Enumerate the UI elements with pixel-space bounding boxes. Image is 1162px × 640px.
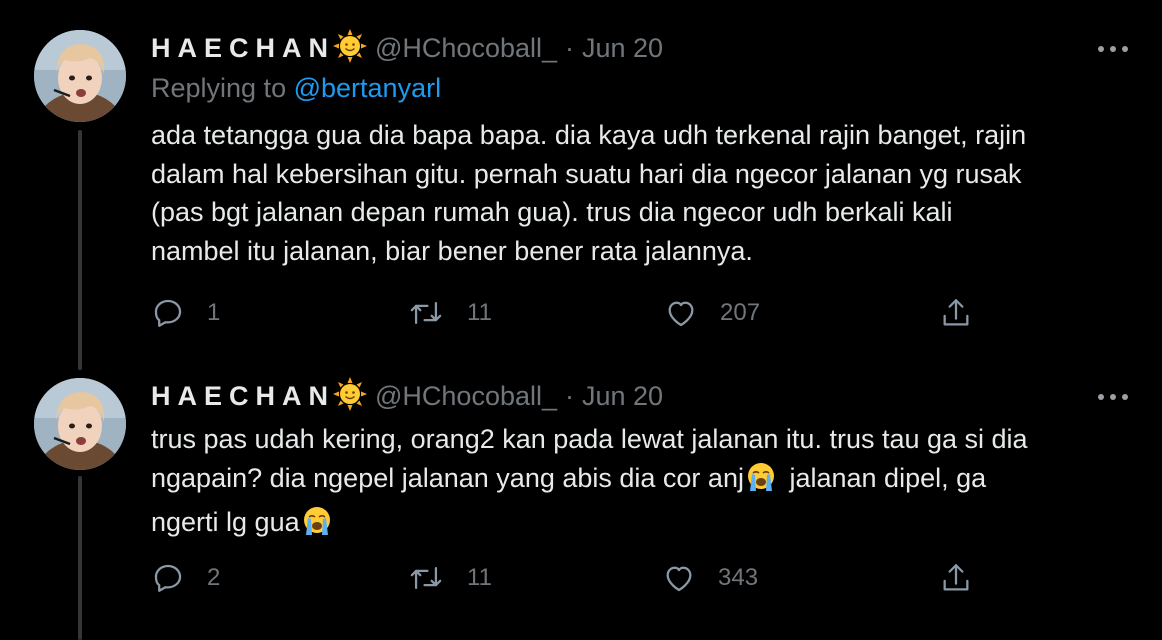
user-handle[interactable]: @HChocoball_: [375, 33, 557, 64]
tweet-header: HAECHAN @HChocoball_ · Jun 20: [151, 28, 663, 68]
reply-count: 1: [207, 299, 221, 326]
tweet-text-segment: ngapain? dia ngepel jalanan yang abis di…: [151, 462, 744, 493]
retweet-button[interactable]: 11: [407, 558, 492, 598]
retweet-icon: [410, 301, 442, 325]
reply-count: 2: [207, 564, 221, 591]
avatar-image: [34, 378, 126, 470]
retweet-count: 11: [467, 564, 492, 591]
reply-button[interactable]: 1: [151, 293, 220, 333]
tweet-text-line: (pas bgt jalanan depan rumah gua). trus …: [151, 197, 953, 227]
more-icon[interactable]: [1098, 44, 1128, 54]
tweet-text-line: dalam hal kebersihan gitu. pernah suatu …: [151, 158, 1022, 189]
tweet-text-line: ada tetangga gua dia bapa bapa. dia kaya…: [151, 120, 1027, 150]
share-icon: [943, 299, 969, 326]
user-handle[interactable]: @HChocoball_: [375, 381, 557, 412]
loudly-crying-face-icon: [300, 505, 334, 548]
heart-icon: [668, 301, 694, 327]
retweet-button[interactable]: 11: [407, 293, 492, 333]
replying-prefix: Replying to: [151, 73, 287, 103]
separator-dot: ·: [565, 32, 574, 63]
replying-mention-link[interactable]: @bertanyarl: [294, 73, 441, 103]
sun-with-face-icon: [333, 28, 367, 68]
display-name[interactable]: HAECHAN: [151, 381, 335, 412]
display-name[interactable]: HAECHAN: [151, 33, 335, 64]
tweet-text: trus pas udah kering, orang2 kan pada le…: [151, 420, 1131, 548]
tweet-date[interactable]: Jun 20: [582, 381, 663, 412]
tweet-date[interactable]: Jun 20: [582, 33, 663, 64]
share-button[interactable]: [939, 558, 973, 598]
sun-with-face-icon: [333, 376, 367, 416]
tweet-text: ada tetangga gua dia bapa bapa. dia kaya…: [151, 116, 1131, 270]
like-button[interactable]: 343: [662, 558, 758, 598]
replying-to: Replying to @bertanyarl: [151, 73, 441, 104]
tweet-actions: 2 11 343: [151, 558, 991, 598]
separator-dot: ·: [565, 380, 574, 411]
avatar[interactable]: [34, 378, 126, 470]
like-button[interactable]: 207: [664, 293, 760, 333]
tweet-text-line: ngapain? dia ngepel jalanan yang abis di…: [151, 459, 1131, 504]
like-count: 207: [720, 299, 761, 326]
reply-icon: [154, 299, 182, 327]
tweet-header: HAECHAN @HChocoball_ · Jun 20: [151, 376, 663, 416]
share-button[interactable]: [939, 293, 973, 333]
retweet-count: 11: [467, 299, 492, 326]
share-icon: [943, 564, 969, 591]
heart-icon: [666, 566, 692, 592]
avatar[interactable]: [34, 30, 126, 122]
reply-button[interactable]: 2: [151, 558, 220, 598]
tweet-text-line: trus pas udah kering, orang2 kan pada le…: [151, 424, 1028, 454]
retweet-icon: [410, 566, 442, 590]
thread-line: [78, 130, 82, 370]
reply-icon: [154, 564, 182, 592]
like-count: 343: [718, 564, 759, 591]
tweet-text-segment: jalanan dipel, ga: [781, 462, 987, 493]
more-icon[interactable]: [1098, 392, 1128, 402]
avatar-image: [34, 30, 126, 122]
tweet-actions: 1 11 207: [151, 293, 991, 333]
tweet-text-line: ngerti lg gua: [151, 503, 1131, 548]
tweet-text-segment: ngerti lg gua: [151, 507, 300, 537]
loudly-crying-face-icon: [744, 461, 778, 504]
thread-line: [78, 476, 82, 640]
tweet-text-line: nambel itu jalanan, biar bener bener rat…: [151, 235, 753, 266]
